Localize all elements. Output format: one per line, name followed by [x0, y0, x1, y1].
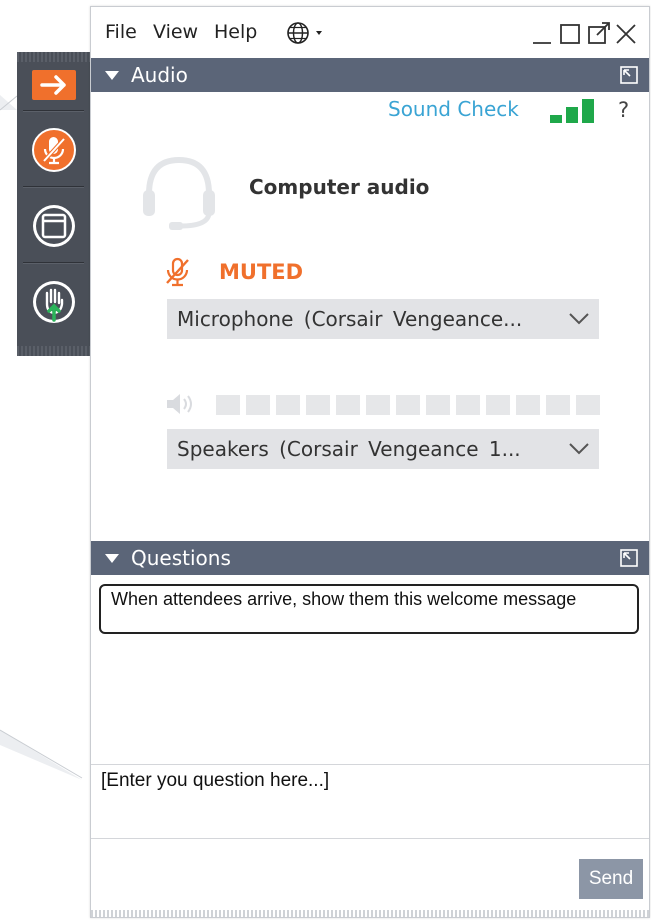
muted-mic-icon [31, 128, 76, 172]
microphone-select[interactable]: Microphone (Corsair Vengeance... [167, 299, 599, 339]
speaker-level-meter [216, 395, 600, 415]
chevron-down-icon [569, 443, 589, 455]
send-button[interactable]: Send [579, 859, 643, 899]
resize-grip[interactable] [91, 910, 649, 917]
language-globe-icon[interactable] [286, 21, 332, 45]
microphone-selected-value: Microphone (Corsair Vengeance... [177, 307, 523, 331]
headset-icon [143, 156, 215, 230]
question-input[interactable] [99, 769, 643, 793]
sound-check-link[interactable]: Sound Check [388, 97, 519, 121]
mute-toggle-button[interactable] [17, 120, 90, 180]
divider [91, 838, 649, 839]
chevron-down-icon [569, 313, 589, 325]
menu-bar: File View Help [91, 7, 649, 57]
popout-icon[interactable] [588, 22, 610, 44]
window-controls [533, 22, 636, 44]
arrow-right-icon [31, 70, 76, 100]
window-view-button[interactable] [17, 196, 90, 256]
collapse-panel-button[interactable] [17, 64, 90, 106]
signal-strength-icon [550, 99, 594, 123]
collapse-triangle-icon [105, 553, 119, 563]
welcome-message-card: When attendees arrive, show them this we… [99, 584, 639, 634]
mute-status: MUTED [219, 260, 304, 284]
audio-section-header[interactable]: Audio [91, 58, 649, 92]
questions-section-header[interactable]: Questions [91, 541, 649, 575]
audio-section-title: Audio [131, 63, 188, 87]
questions-section-title: Questions [131, 546, 231, 570]
popout-panel-icon[interactable] [619, 548, 639, 568]
speakers-selected-value: Speakers (Corsair Vengeance 1... [177, 437, 521, 461]
menu-help[interactable]: Help [214, 21, 257, 43]
divider [91, 764, 649, 765]
menu-view[interactable]: View [153, 21, 198, 43]
speakers-select[interactable]: Speakers (Corsair Vengeance 1... [167, 429, 599, 469]
app-window: File View Help Audio Sound Check ? Compu… [90, 6, 650, 918]
close-icon[interactable] [616, 24, 636, 44]
popout-panel-icon[interactable] [619, 65, 639, 85]
muted-mic-icon [166, 257, 189, 287]
menu-file[interactable]: File [105, 21, 137, 43]
welcome-message-text: When attendees arrive, show them this we… [111, 589, 577, 609]
help-button[interactable]: ? [618, 98, 629, 122]
audio-mode-label: Computer audio [249, 175, 430, 199]
raise-hand-button[interactable] [17, 272, 90, 332]
speaker-icon [167, 394, 192, 414]
side-toolbar [17, 52, 91, 356]
window-icon [32, 205, 75, 247]
maximize-icon[interactable] [560, 24, 580, 44]
raise-hand-icon [32, 281, 75, 323]
collapse-triangle-icon [105, 70, 119, 80]
